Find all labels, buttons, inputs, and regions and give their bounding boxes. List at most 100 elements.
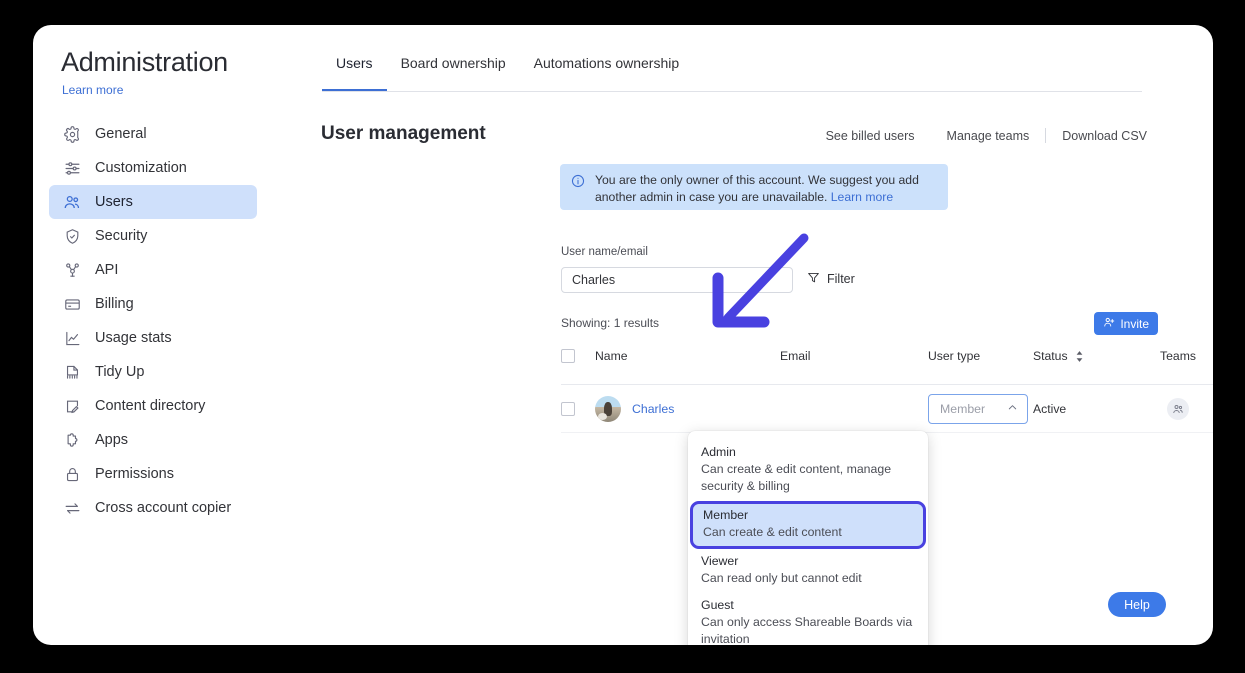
tab-automations-ownership[interactable]: Automations ownership — [520, 55, 694, 91]
sidebar-item-label: Security — [95, 228, 148, 244]
puzzle-icon — [63, 431, 81, 449]
search-field-label: User name/email — [561, 246, 648, 258]
admin-app-card: Administration Learn more General Custom… — [33, 25, 1213, 645]
filter-label: Filter — [827, 272, 855, 286]
chevron-up-icon — [1007, 402, 1018, 416]
sidebar-item-cross-account-copier[interactable]: Cross account copier — [49, 491, 257, 525]
see-billed-users-link[interactable]: See billed users — [810, 129, 931, 143]
header-status[interactable]: Status — [1033, 349, 1143, 363]
sidebar-item-general[interactable]: General — [49, 117, 257, 151]
tab-board-ownership[interactable]: Board ownership — [387, 55, 520, 91]
filter-button[interactable]: Filter — [807, 271, 855, 287]
dropdown-option-viewer[interactable]: Viewer Can read only but cannot edit — [688, 549, 928, 593]
user-plus-icon — [1103, 316, 1115, 331]
lock-icon — [63, 465, 81, 483]
gear-icon — [63, 125, 81, 143]
sidebar-nav: General Customization Users Security API… — [49, 117, 257, 525]
sidebar-item-api[interactable]: API — [49, 253, 257, 287]
option-title: Member — [703, 508, 749, 522]
transfer-arrows-icon — [63, 499, 81, 517]
sliders-icon — [63, 159, 81, 177]
broom-icon — [63, 363, 81, 381]
header-name: Name — [595, 349, 628, 363]
sidebar-learn-more-link[interactable]: Learn more — [62, 83, 123, 97]
select-all-cell — [561, 349, 595, 363]
cell-status: Active — [1033, 401, 1067, 416]
header-email: Email — [780, 349, 811, 363]
option-description: Can only access Shareable Boards via inv… — [701, 615, 913, 645]
nodes-icon — [63, 261, 81, 279]
option-description: Can read only but cannot edit — [701, 571, 862, 585]
sidebar-item-usage-stats[interactable]: Usage stats — [49, 321, 257, 355]
teams-icon[interactable] — [1167, 397, 1189, 420]
sidebar-item-label: Tidy Up — [95, 364, 145, 380]
banner-learn-more-link[interactable]: Learn more — [831, 190, 893, 204]
document-edit-icon — [63, 397, 81, 415]
sidebar-item-label: Apps — [95, 432, 129, 448]
dropdown-option-admin[interactable]: Admin Can create & edit content, manage … — [688, 440, 928, 501]
sidebar-item-label: General — [95, 126, 147, 142]
invite-button[interactable]: Invite — [1094, 312, 1158, 335]
users-table: Name Email User type Status Teams Joined… — [561, 347, 1213, 433]
user-type-dropdown-menu: Admin Can create & edit content, manage … — [688, 431, 928, 645]
sidebar-item-label: Cross account copier — [95, 500, 232, 516]
tab-bar: Users Board ownership Automations owners… — [322, 55, 1142, 92]
section-title: User management — [321, 123, 486, 144]
option-title: Admin — [701, 445, 736, 459]
top-actions: See billed users Manage teams Download C… — [810, 128, 1163, 143]
sidebar-item-label: API — [95, 262, 119, 278]
page-title: Administration — [61, 47, 228, 77]
option-description: Can create & edit content — [703, 525, 842, 539]
cell-teams — [1143, 397, 1213, 420]
banner-text: You are the only owner of this account. … — [595, 172, 938, 210]
user-name-link[interactable]: Charles — [632, 402, 674, 416]
sidebar-item-label: Billing — [95, 296, 134, 312]
row-select-cell — [561, 401, 595, 416]
table-header-row: Name Email User type Status Teams Joined… — [561, 347, 1213, 385]
option-description: Can create & edit content, manage securi… — [701, 462, 892, 493]
sidebar-item-label: Permissions — [95, 466, 174, 482]
chart-line-icon — [63, 329, 81, 347]
header-user-type: User type — [928, 349, 981, 363]
sidebar-item-label: Customization — [95, 160, 187, 176]
sidebar-item-security[interactable]: Security — [49, 219, 257, 253]
select-all-checkbox[interactable] — [561, 349, 575, 363]
sidebar-item-label: Content directory — [95, 398, 206, 414]
owner-info-banner: You are the only owner of this account. … — [560, 164, 948, 210]
users-icon — [63, 193, 81, 211]
header-status-label: Status — [1033, 349, 1068, 363]
option-title: Viewer — [701, 554, 739, 568]
sidebar-item-users[interactable]: Users — [49, 185, 257, 219]
sidebar-item-tidy-up[interactable]: Tidy Up — [49, 355, 257, 389]
table-row: Charles Member Active — [561, 385, 1213, 433]
avatar — [595, 395, 621, 422]
user-type-select[interactable]: Member — [928, 393, 1028, 424]
info-circle-icon — [571, 174, 586, 210]
credit-card-icon — [63, 295, 81, 313]
dropdown-option-member[interactable]: Member Can create & edit content — [690, 501, 926, 549]
sidebar-item-customization[interactable]: Customization — [49, 151, 257, 185]
results-count: Showing: 1 results — [561, 316, 660, 330]
tab-users[interactable]: Users — [322, 55, 387, 91]
download-csv-link[interactable]: Download CSV — [1046, 129, 1163, 143]
help-button[interactable]: Help — [1108, 592, 1166, 617]
sidebar-item-content-directory[interactable]: Content directory — [49, 389, 257, 423]
user-type-value: Member — [940, 401, 986, 416]
manage-teams-link[interactable]: Manage teams — [931, 129, 1046, 143]
sidebar-item-permissions[interactable]: Permissions — [49, 457, 257, 491]
dropdown-option-guest[interactable]: Guest Can only access Shareable Boards v… — [688, 593, 928, 645]
sidebar-item-label: Usage stats — [95, 330, 172, 346]
search-input[interactable] — [561, 267, 793, 293]
cell-user-type: Member — [928, 393, 1033, 424]
sort-icon[interactable] — [1075, 351, 1084, 363]
row-checkbox[interactable] — [561, 401, 575, 416]
header-teams: Teams — [1160, 349, 1196, 363]
sidebar-item-billing[interactable]: Billing — [49, 287, 257, 321]
sidebar: Administration Learn more General Custom… — [33, 25, 273, 645]
invite-label: Invite — [1120, 316, 1149, 331]
filter-icon — [807, 271, 820, 287]
shield-check-icon — [63, 227, 81, 245]
sidebar-item-apps[interactable]: Apps — [49, 423, 257, 457]
sidebar-item-label: Users — [95, 194, 133, 210]
option-title: Guest — [701, 598, 734, 612]
